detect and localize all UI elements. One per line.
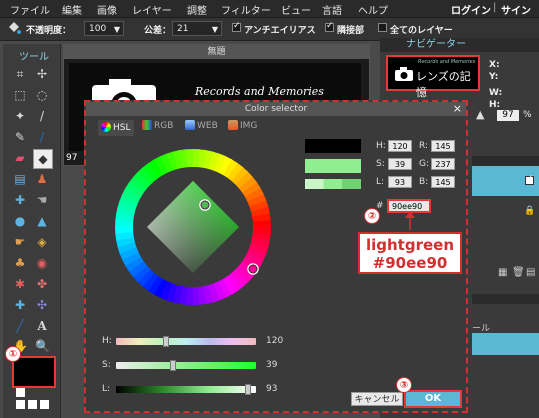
annotation-callout: lightgreen #90ee90 xyxy=(358,232,462,274)
callout-line-1: lightgreen xyxy=(365,236,455,254)
callout-arrow xyxy=(405,211,415,230)
callout-line-2: #90ee90 xyxy=(372,254,448,272)
